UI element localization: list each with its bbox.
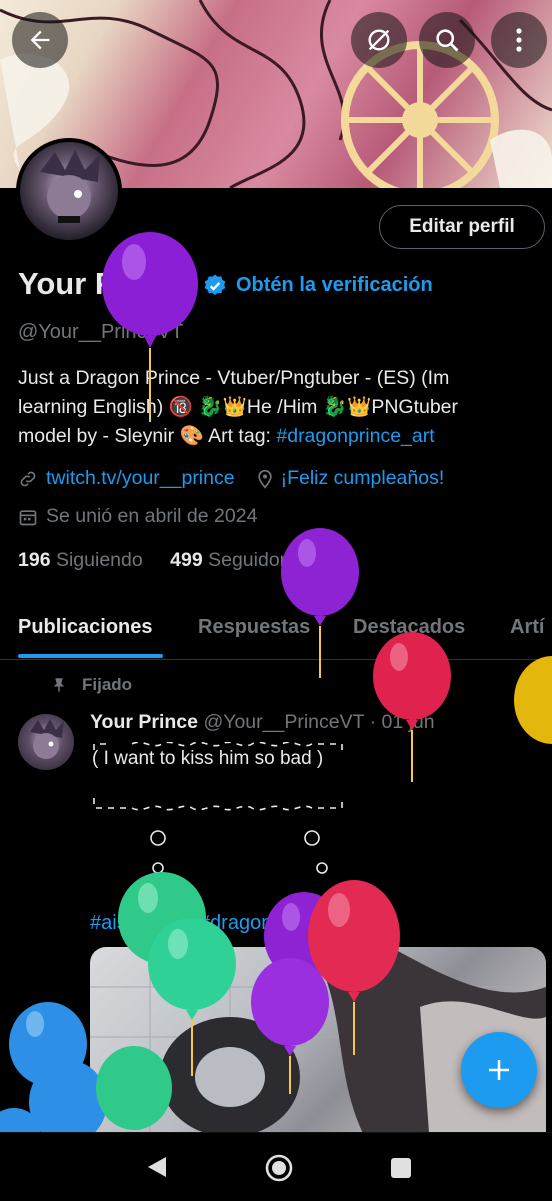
profile-link-row: twitch.tv/your__prince ¡Feliz cumpleaños… <box>18 467 444 490</box>
hide-button[interactable] <box>351 12 407 68</box>
location-pin-icon <box>257 469 272 489</box>
bio-line: learning English) 🔞 🐉👑He /Him 🐉👑PNGtuber <box>18 396 459 418</box>
active-tab-indicator <box>18 654 163 658</box>
tab-posts[interactable]: Publicaciones <box>18 616 153 639</box>
get-verified-link[interactable]: Obtén la verificación <box>236 274 433 297</box>
tweet-author[interactable]: Your Prince <box>90 711 198 733</box>
system-navigation-bar <box>0 1132 552 1201</box>
edit-profile-button[interactable]: Editar perfil <box>379 205 545 249</box>
balloon-purple <box>102 232 198 422</box>
tweet-avatar[interactable] <box>18 714 74 770</box>
more-button[interactable] <box>491 12 547 68</box>
nav-recents-icon[interactable] <box>390 1157 412 1179</box>
joined-row: Se unió en abril de 2024 <box>18 505 257 528</box>
bio-hashtag[interactable]: #dragonprince_art <box>276 425 434 447</box>
birthday-link[interactable]: ¡Feliz cumpleaños! <box>281 467 445 490</box>
profile-bio: Just a Dragon Prince - Vtuber/Pngtuber -… <box>18 364 538 451</box>
bio-line: model by - Sleynir 🎨 Art tag: #dragonpri… <box>18 422 538 451</box>
bio-line: Just a Dragon Prince - Vtuber/Pngtuber -… <box>18 367 450 389</box>
profile-stats: 196 Siguiendo 499 Seguidores <box>18 549 307 572</box>
tweet-text: ( I want to kiss him so bad ) <box>92 748 324 769</box>
nav-home-icon[interactable] <box>264 1153 294 1183</box>
balloon-blue <box>0 1108 40 1132</box>
nav-back-icon[interactable] <box>146 1155 168 1179</box>
verified-badge-icon[interactable] <box>202 273 228 299</box>
arrow-left-icon <box>30 30 50 50</box>
more-vertical-icon <box>516 28 522 52</box>
joined-date: Se unió en abril de 2024 <box>46 505 258 527</box>
eye-off-icon <box>368 29 390 51</box>
link-icon <box>20 471 36 486</box>
following-label: Siguiendo <box>55 549 143 571</box>
profile-tabs: Publicaciones Respuestas Destacados Artí <box>0 608 552 658</box>
pinned-label: Fijado <box>50 675 132 695</box>
following-stat[interactable]: 196 Siguiendo <box>18 549 143 571</box>
plus-icon <box>489 1060 509 1080</box>
profile-website-link[interactable]: twitch.tv/your__prince <box>46 467 235 490</box>
following-count: 196 <box>18 549 51 571</box>
search-icon <box>436 29 459 52</box>
thought-dots <box>150 830 328 874</box>
profile-avatar[interactable] <box>16 138 122 244</box>
back-button[interactable] <box>12 12 68 68</box>
followers-count: 499 <box>170 549 203 571</box>
avatar-artwork <box>40 150 100 223</box>
tab-articles[interactable]: Artí <box>510 616 544 639</box>
balloon-purple <box>281 528 359 678</box>
balloon-yellow <box>514 656 552 744</box>
pinned-text: Fijado <box>82 675 133 694</box>
balloon-purple <box>251 958 329 1094</box>
avatar-artwork <box>30 719 64 759</box>
balloon-green <box>96 1046 172 1130</box>
balloon-red <box>373 632 451 782</box>
search-button[interactable] <box>419 12 475 68</box>
divider <box>0 659 552 660</box>
calendar-icon <box>19 509 37 525</box>
pin-icon <box>53 678 65 692</box>
compose-button[interactable] <box>461 1032 537 1108</box>
